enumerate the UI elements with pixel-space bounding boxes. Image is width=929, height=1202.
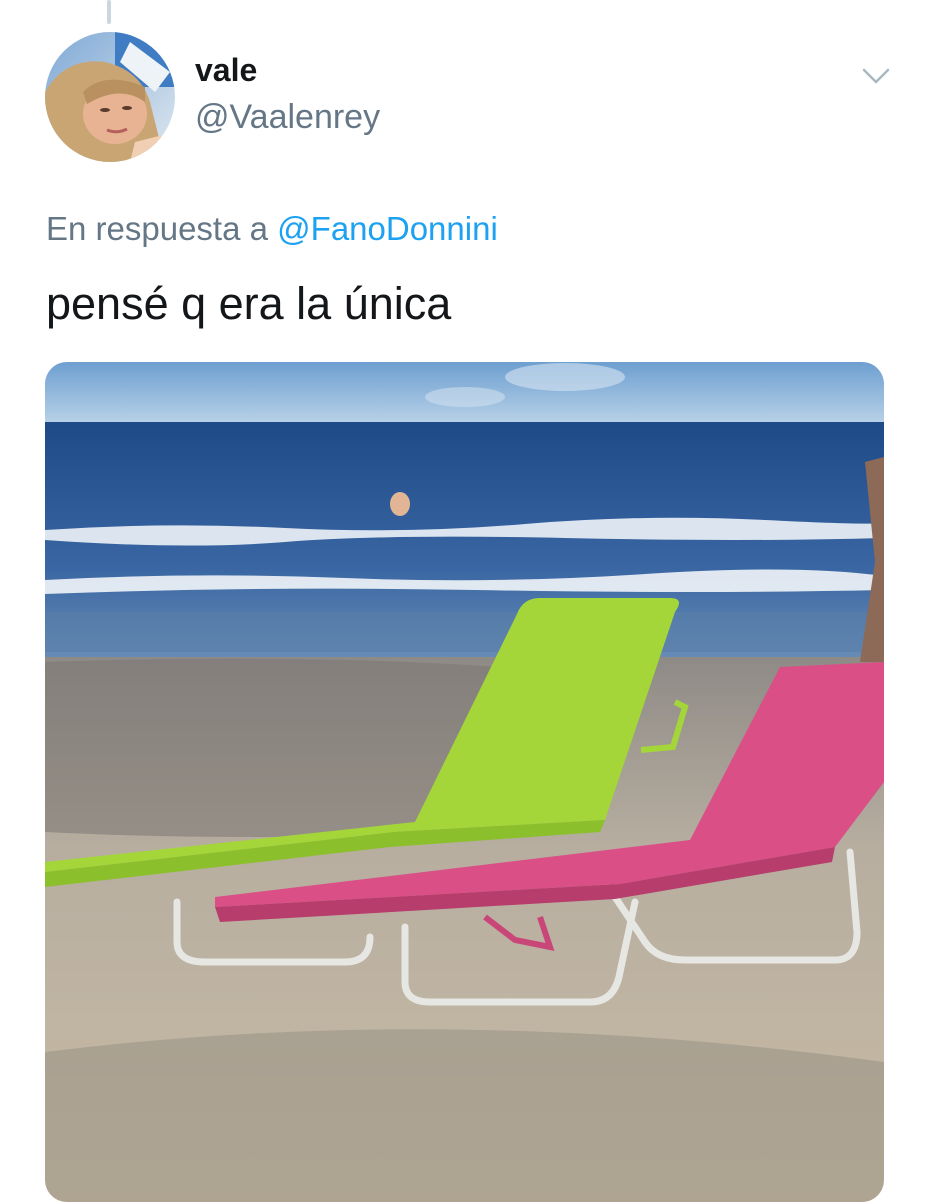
- avatar[interactable]: [45, 32, 175, 162]
- reply-context: En respuesta a @FanoDonnini: [46, 210, 498, 248]
- chevron-down-icon[interactable]: [858, 62, 894, 90]
- user-handle[interactable]: @Vaalenrey: [195, 98, 380, 137]
- reply-mention-link[interactable]: @FanoDonnini: [277, 210, 498, 247]
- tweet-photo[interactable]: [45, 362, 884, 1202]
- thread-connector-line: [107, 0, 111, 24]
- tweet-text: pensé q era la única: [46, 278, 452, 329]
- reply-prefix: En respuesta a: [46, 210, 268, 247]
- display-name[interactable]: vale: [195, 52, 257, 89]
